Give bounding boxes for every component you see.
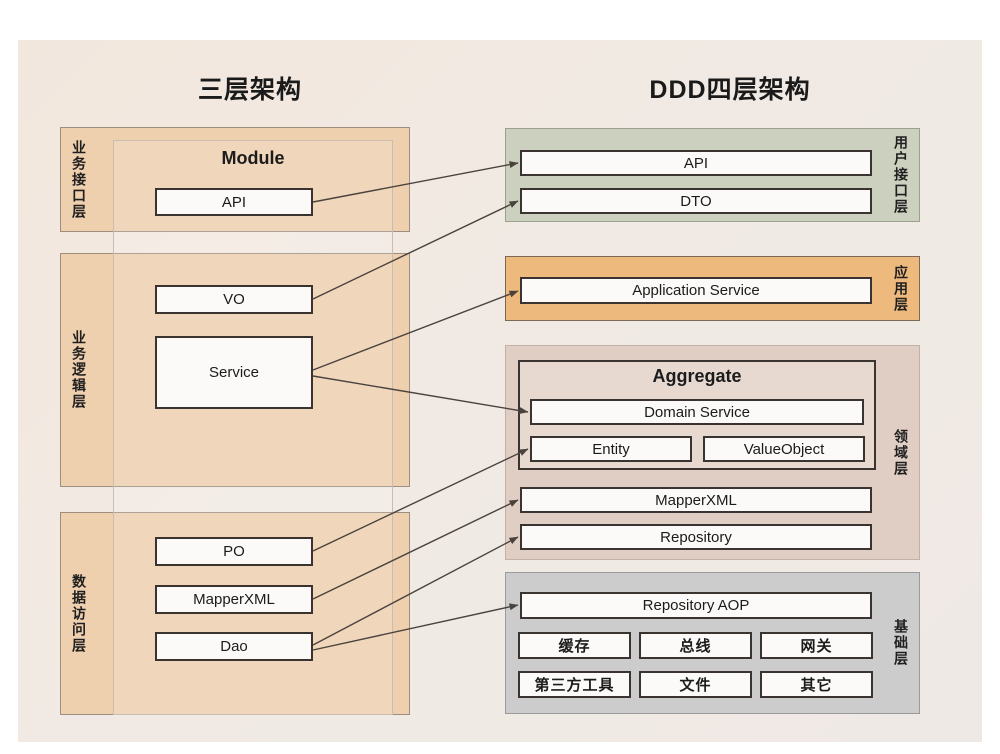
right-item-api[interactable]: API — [520, 150, 872, 176]
right-item-repository[interactable]: Repository — [520, 524, 872, 550]
left-item-service[interactable]: Service — [155, 336, 313, 409]
right-layer-application-label: 应用层 — [893, 264, 909, 313]
right-layer-domain-label: 领域层 — [893, 428, 909, 477]
module-container — [113, 140, 393, 715]
page-title-left: 三层架构 — [197, 76, 302, 104]
left-layer-data-label: 数据访问层 — [71, 573, 87, 654]
right-layer-infrastructure-label: 基础层 — [893, 619, 909, 667]
left-item-mapperxml[interactable]: MapperXML — [155, 585, 313, 614]
left-item-po[interactable]: PO — [155, 537, 313, 566]
left-layer-business-label: 业务逻辑层 — [71, 330, 87, 410]
right-item-entity[interactable]: Entity — [530, 436, 692, 462]
right-item-bus[interactable]: 总线 — [639, 632, 752, 659]
right-item-file[interactable]: 文件 — [639, 671, 752, 698]
right-item-cache[interactable]: 缓存 — [518, 632, 631, 659]
aggregate-container-label: Aggregate — [652, 366, 742, 386]
left-item-vo[interactable]: VO — [155, 285, 313, 314]
left-layer-interface-label: 业务接口层 — [71, 139, 87, 220]
diagram-root: 三层架构 DDD四层架构 业务接口层 业务逻辑层 数据访问层 Module AP… — [0, 0, 1000, 754]
right-item-dto[interactable]: DTO — [520, 188, 872, 214]
left-item-api[interactable]: API — [155, 188, 313, 216]
page-title-right: DDD四层架构 — [649, 76, 811, 104]
module-container-label: Module — [221, 148, 285, 168]
right-item-gateway[interactable]: 网关 — [760, 632, 873, 659]
right-item-application-service[interactable]: Application Service — [520, 277, 872, 304]
right-item-mapperxml[interactable]: MapperXML — [520, 487, 872, 513]
right-item-valueobject[interactable]: ValueObject — [703, 436, 865, 462]
right-item-repository-aop[interactable]: Repository AOP — [520, 592, 872, 619]
right-item-other[interactable]: 其它 — [760, 671, 873, 698]
right-layer-user-interface-label: 用户接口层 — [893, 135, 909, 215]
left-item-dao[interactable]: Dao — [155, 632, 313, 661]
right-item-domain-service[interactable]: Domain Service — [530, 399, 864, 425]
right-item-third-party-tools[interactable]: 第三方工具 — [518, 671, 631, 698]
